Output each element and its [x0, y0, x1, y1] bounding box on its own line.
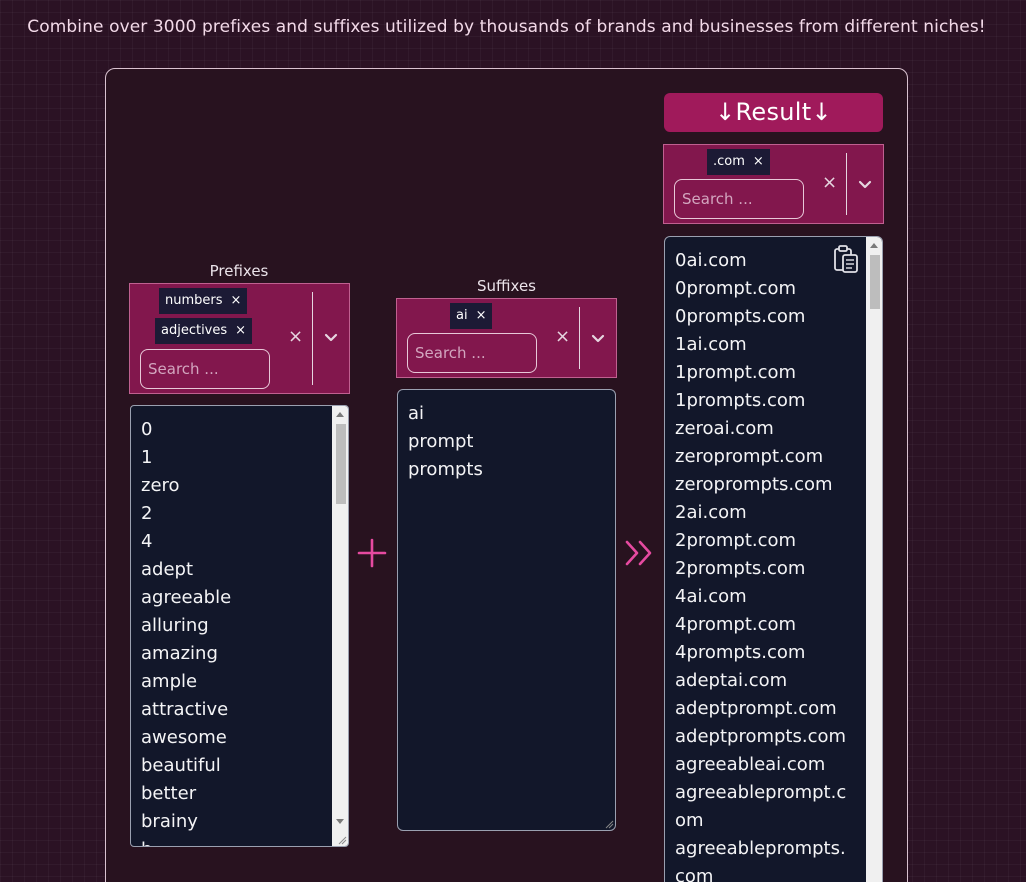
suffixes-items: ai prompt prompts	[408, 400, 483, 484]
list-item: 0ai.com	[675, 250, 747, 271]
list-item: adeptprompt.com	[675, 698, 837, 719]
list-item: om	[675, 810, 704, 831]
clear-icon[interactable]: ×	[288, 326, 303, 347]
result-button[interactable]: ↓Result↓	[664, 93, 883, 132]
list-item: ai	[408, 403, 425, 424]
remove-tag-icon[interactable]: ×	[476, 303, 487, 329]
prefixes-list[interactable]: 0 1 zero 2 4 adept agreeable alluring amazing amp…	[130, 405, 349, 847]
result-items: 0ai.com 0prompt.com 0prompts.com 1ai.com 1pr…	[675, 247, 846, 882]
prefixes-search-input[interactable]	[140, 349, 270, 389]
list-item: beautiful	[141, 755, 221, 776]
list-item: adeptprompts.com	[675, 726, 847, 747]
select-divider	[312, 292, 313, 385]
list-item: agreeable	[141, 587, 232, 608]
list-item: 2prompt.com	[675, 530, 797, 551]
list-item: 1ai.com	[675, 334, 747, 355]
resize-grip-icon[interactable]	[604, 819, 614, 829]
list-item: zeroprompt.com	[675, 446, 824, 467]
select-divider	[846, 153, 847, 215]
list-item: zeroprompts.com	[675, 474, 833, 495]
list-item: agreeableai.com	[675, 754, 826, 775]
tag-label: adjectives	[161, 323, 228, 338]
tag-adjectives: adjectives ×	[155, 318, 253, 344]
plus-icon	[357, 538, 387, 568]
scrollbar[interactable]	[332, 406, 348, 846]
list-item: 1prompts.com	[675, 390, 806, 411]
prefixes-items: 0 1 zero 2 4 adept agreeable alluring amazing amp…	[141, 416, 232, 846]
scroll-up-icon[interactable]	[870, 243, 878, 248]
list-item: zeroai.com	[675, 418, 774, 439]
list-item: 2prompts.com	[675, 558, 806, 579]
list-item: adept	[141, 559, 194, 580]
list-item: attractive	[141, 699, 229, 720]
remove-tag-icon[interactable]: ×	[231, 288, 242, 314]
result-list[interactable]: 0ai.com 0prompt.com 0prompts.com 1ai.com 1pr…	[664, 236, 883, 882]
prefixes-select[interactable]: numbers × adjectives × ×	[129, 283, 350, 394]
scroll-thumb[interactable]	[870, 255, 880, 309]
remove-tag-icon[interactable]: ×	[235, 318, 246, 344]
list-item: alluring	[141, 615, 209, 636]
tag-label: numbers	[165, 293, 223, 308]
list-item: zero	[141, 475, 180, 496]
suffixes-search-input[interactable]	[407, 333, 537, 373]
list-item: 0prompts.com	[675, 306, 806, 327]
list-item: amazing	[141, 643, 218, 664]
list-item: 2ai.com	[675, 502, 747, 523]
list-item: 0	[141, 419, 153, 440]
list-item: 4ai.com	[675, 586, 747, 607]
list-item: prompts	[408, 459, 483, 480]
list-item: prompt	[408, 431, 474, 452]
scroll-up-icon[interactable]	[336, 412, 344, 417]
list-item: 1prompt.com	[675, 362, 797, 383]
suffixes-label: Suffixes	[477, 277, 536, 295]
list-item: adeptai.com	[675, 670, 788, 691]
tag-label: ai	[456, 308, 468, 323]
clipboard-icon[interactable]	[832, 244, 860, 274]
list-item: com	[675, 866, 714, 882]
list-item: better	[141, 783, 197, 804]
resize-grip-icon[interactable]	[337, 835, 347, 845]
list-item: ample	[141, 671, 198, 692]
chevron-down-icon[interactable]	[323, 333, 339, 343]
tag-label: .com	[713, 154, 745, 169]
chevron-down-icon[interactable]	[590, 334, 606, 344]
double-chevron-right-icon	[625, 540, 652, 566]
suffixes-list[interactable]: ai prompt prompts	[397, 389, 616, 831]
list-item: 0prompt.com	[675, 278, 797, 299]
list-item: 4	[141, 531, 153, 552]
prefixes-label: Prefixes	[209, 262, 269, 280]
list-item: 4prompts.com	[675, 642, 806, 663]
scrollbar[interactable]	[866, 237, 882, 882]
scroll-thumb[interactable]	[336, 424, 346, 504]
list-item: awesome	[141, 727, 227, 748]
clear-icon[interactable]: ×	[555, 326, 570, 347]
list-item: 1	[141, 447, 153, 468]
list-item: 2	[141, 503, 153, 524]
list-item: brainy	[141, 811, 198, 832]
tag-dot-com: .com ×	[707, 149, 770, 175]
result-search-input[interactable]	[674, 179, 804, 219]
scroll-down-icon[interactable]	[336, 819, 344, 824]
tag-numbers: numbers ×	[159, 288, 248, 314]
tagline: Combine over 3000 prefixes and suffixes …	[27, 17, 986, 37]
remove-tag-icon[interactable]: ×	[753, 149, 764, 175]
tag-ai: ai ×	[450, 303, 493, 329]
list-item: agreeableprompts.	[675, 838, 846, 859]
list-item: agreeableprompt.c	[675, 782, 847, 803]
result-tld-select[interactable]: .com × ×	[663, 144, 884, 224]
suffixes-select[interactable]: ai × ×	[396, 298, 617, 378]
select-divider	[579, 307, 580, 369]
chevron-down-icon[interactable]	[857, 180, 873, 190]
list-item: 4prompt.com	[675, 614, 797, 635]
list-item: b...	[141, 836, 231, 846]
clear-icon[interactable]: ×	[822, 172, 837, 193]
